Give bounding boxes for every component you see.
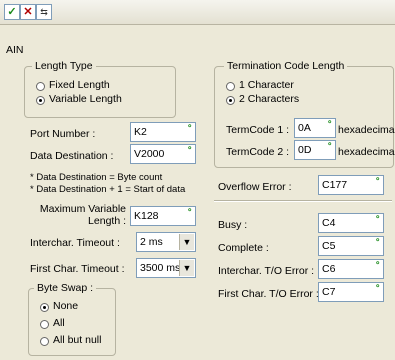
first-char-timeout-label: First Char. Timeout : <box>30 263 125 275</box>
termcode2-suffix: hexadecimal <box>338 146 395 158</box>
valid-check-icon: ˚ <box>376 260 380 274</box>
valid-check-icon: ˚ <box>188 145 192 159</box>
overflow-error-label: Overflow Error : <box>218 181 292 193</box>
max-variable-length-label-line1: Maximum Variable <box>39 203 126 215</box>
busy-label: Busy : <box>218 219 248 231</box>
one-character-radio[interactable] <box>226 82 235 91</box>
max-variable-length-label-line2: Length : <box>88 215 126 227</box>
x-close-icon[interactable]: ✕ <box>20 4 36 20</box>
separator <box>214 200 392 202</box>
termcode1-value: 0A <box>298 122 311 134</box>
dropdown-arrow-icon[interactable]: ▼ <box>179 260 194 276</box>
interchar-timeout-select[interactable]: 2 ms ▼ <box>136 232 196 252</box>
first-char-to-error-value: C7 <box>322 286 336 298</box>
check-icon[interactable]: ✓ <box>4 4 20 20</box>
complete-label: Complete : <box>218 242 269 254</box>
valid-check-icon: ˚ <box>328 141 332 155</box>
data-destination-field[interactable]: V2000 ˚ <box>130 144 196 164</box>
termcode1-suffix: hexadecimal <box>338 124 395 136</box>
first-char-timeout-value: 3500 ms <box>140 262 181 274</box>
termcode2-label: TermCode 2 : <box>226 146 290 158</box>
first-char-to-error-label: First Char. T/O Error : <box>218 288 319 300</box>
busy-field[interactable]: C4 ˚ <box>318 213 384 233</box>
byte-swap-all-but-null-radio[interactable] <box>40 337 49 346</box>
termcode1-field[interactable]: 0A ˚ <box>294 118 336 138</box>
first-char-timeout-select[interactable]: 3500 ms ▼ <box>136 258 196 278</box>
valid-check-icon: ˚ <box>376 176 380 190</box>
busy-value: C4 <box>322 217 336 229</box>
port-number-label: Port Number : <box>30 128 96 140</box>
note-start-of-data: * Data Destination + 1 = Start of data <box>30 184 186 195</box>
toolbar: ✓ ✕ ⇆ <box>0 0 395 25</box>
data-destination-label: Data Destination : <box>30 150 114 162</box>
port-number-value: K2 <box>134 126 147 138</box>
max-variable-length-field[interactable]: K128 ˚ <box>130 206 196 226</box>
valid-check-icon: ˚ <box>188 123 192 137</box>
fixed-length-label[interactable]: Fixed Length <box>49 79 110 91</box>
max-variable-length-value: K128 <box>134 210 159 222</box>
variable-length-radio[interactable] <box>36 96 45 105</box>
note-byte-count: * Data Destination = Byte count <box>30 172 163 183</box>
swap-icon[interactable]: ⇆ <box>36 4 52 20</box>
two-characters-label[interactable]: 2 Characters <box>239 93 299 105</box>
one-character-label[interactable]: 1 Character <box>239 79 294 91</box>
port-number-field[interactable]: K2 ˚ <box>130 122 196 142</box>
termcode2-value: 0D <box>298 144 312 156</box>
two-characters-radio[interactable] <box>226 96 235 105</box>
variable-length-label[interactable]: Variable Length <box>49 93 122 105</box>
byte-swap-legend: Byte Swap : <box>34 282 97 294</box>
termcode2-field[interactable]: 0D ˚ <box>294 140 336 160</box>
interchar-to-error-field[interactable]: C6 ˚ <box>318 259 384 279</box>
data-destination-value: V2000 <box>134 148 165 160</box>
overflow-error-value: C177 <box>322 179 348 191</box>
byte-swap-all-label[interactable]: All <box>53 317 65 329</box>
dropdown-arrow-icon[interactable]: ▼ <box>179 234 194 250</box>
first-char-to-error-field[interactable]: C7 ˚ <box>318 282 384 302</box>
valid-check-icon: ˚ <box>376 283 380 297</box>
overflow-error-field[interactable]: C177 ˚ <box>318 175 384 195</box>
byte-swap-none-radio[interactable] <box>40 303 49 312</box>
length-type-legend: Length Type <box>32 60 96 72</box>
section-title: AIN <box>6 44 24 56</box>
termcode1-label: TermCode 1 : <box>226 124 290 136</box>
valid-check-icon: ˚ <box>376 214 380 228</box>
byte-swap-all-but-null-label[interactable]: All but null <box>53 334 101 346</box>
max-variable-length-label: Maximum Variable Length : <box>30 203 126 227</box>
byte-swap-all-radio[interactable] <box>40 320 49 329</box>
interchar-to-error-value: C6 <box>322 263 336 275</box>
byte-swap-none-label[interactable]: None <box>53 300 78 312</box>
termination-legend: Termination Code Length <box>224 60 348 72</box>
interchar-timeout-value: 2 ms <box>140 236 163 248</box>
valid-check-icon: ˚ <box>188 207 192 221</box>
fixed-length-radio[interactable] <box>36 82 45 91</box>
interchar-to-error-label: Interchar. T/O Error : <box>218 265 315 277</box>
length-type-group <box>24 66 176 118</box>
interchar-timeout-label: Interchar. Timeout : <box>30 237 120 249</box>
complete-field[interactable]: C5 ˚ <box>318 236 384 256</box>
complete-value: C5 <box>322 240 336 252</box>
valid-check-icon: ˚ <box>328 119 332 133</box>
valid-check-icon: ˚ <box>376 237 380 251</box>
